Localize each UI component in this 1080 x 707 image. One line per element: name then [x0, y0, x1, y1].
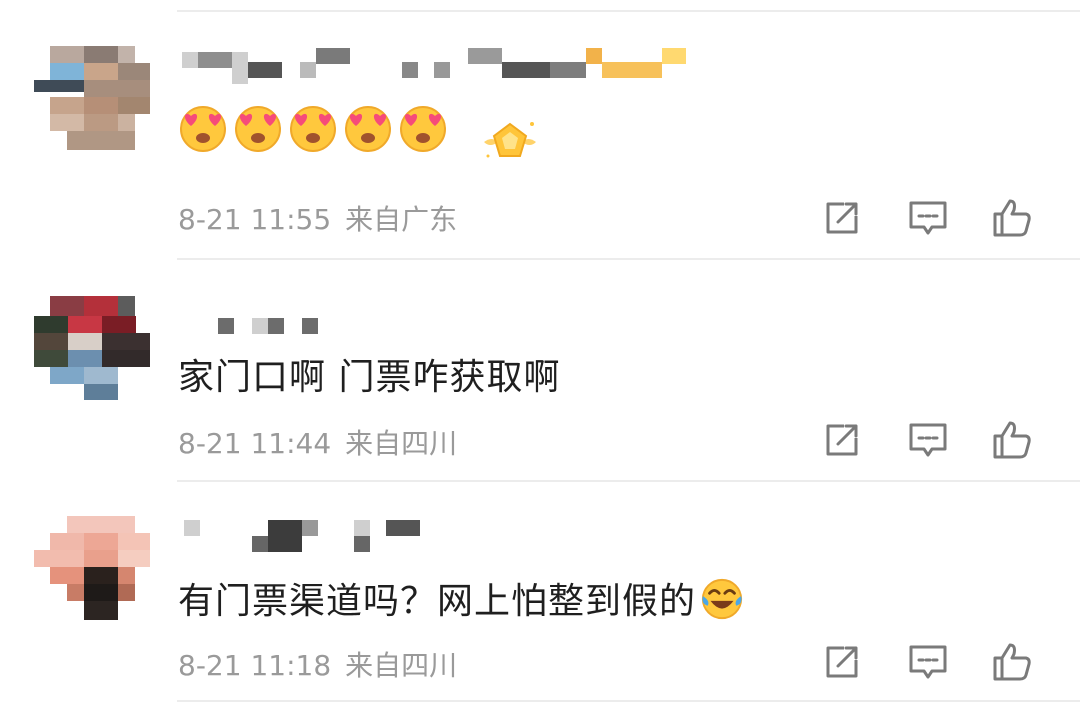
gold-badge-icon: [480, 116, 540, 166]
like-button[interactable]: [990, 418, 1034, 462]
username[interactable]: [182, 46, 692, 84]
comment-content: 家门口啊 门票咋获取啊: [178, 357, 561, 398]
comment-time: 8-21 11:18: [178, 649, 332, 682]
comment-item: 8-21 11:55 来自广东: [0, 0, 1080, 258]
share-button[interactable]: [820, 640, 864, 684]
username[interactable]: [182, 518, 422, 552]
share-icon: [826, 646, 858, 678]
divider-bottom: [177, 700, 1080, 702]
comment-location: 来自广东: [345, 203, 458, 236]
comment-actions: [820, 640, 1080, 684]
heart-eyes-icon: [288, 102, 338, 152]
heart-eyes-icon: [233, 102, 283, 152]
comment-item: 有门票渠道吗？网上怕整到假的 8-21 11:18 来自四川: [0, 482, 1080, 707]
comment-time: 8-21 11:44: [178, 427, 332, 460]
comment-meta: 8-21 11:18 来自四川: [178, 644, 471, 684]
share-icon: [826, 202, 858, 234]
comment-actions: [820, 418, 1080, 462]
username[interactable]: [182, 316, 318, 350]
reply-button[interactable]: [906, 418, 950, 462]
like-button[interactable]: [990, 640, 1034, 684]
like-icon: [993, 421, 1031, 459]
like-icon: [993, 199, 1031, 237]
share-button[interactable]: [820, 418, 864, 462]
comment-icon: [909, 645, 947, 679]
comment-icon: [909, 423, 947, 457]
reply-button[interactable]: [906, 640, 950, 684]
reply-button[interactable]: [906, 196, 950, 240]
like-button[interactable]: [990, 196, 1034, 240]
comment-time: 8-21 11:55: [178, 203, 332, 236]
avatar[interactable]: [34, 516, 150, 620]
comment-item: 家门口啊 门票咋获取啊 8-21 11:44 来自四川: [0, 260, 1080, 480]
heart-eyes-icon: [398, 102, 448, 152]
comment-meta: 8-21 11:55 来自广东: [178, 198, 471, 238]
share-button[interactable]: [820, 196, 864, 240]
comment-meta: 8-21 11:44 来自四川: [178, 422, 471, 462]
like-icon: [993, 643, 1031, 681]
heart-eyes-icon: [343, 102, 393, 152]
share-icon: [826, 424, 858, 456]
emoji-row: [178, 98, 548, 158]
comment-location: 来自四川: [345, 649, 458, 682]
avatar[interactable]: [34, 46, 150, 150]
comment-location: 来自四川: [345, 427, 458, 460]
heart-eyes-icon: [178, 102, 228, 152]
laugh-cry-icon: [700, 577, 744, 630]
comment-icon: [909, 201, 947, 235]
comment-actions: [820, 196, 1080, 240]
avatar[interactable]: [34, 296, 150, 400]
comment-content: 有门票渠道吗？网上怕整到假的: [178, 572, 744, 630]
